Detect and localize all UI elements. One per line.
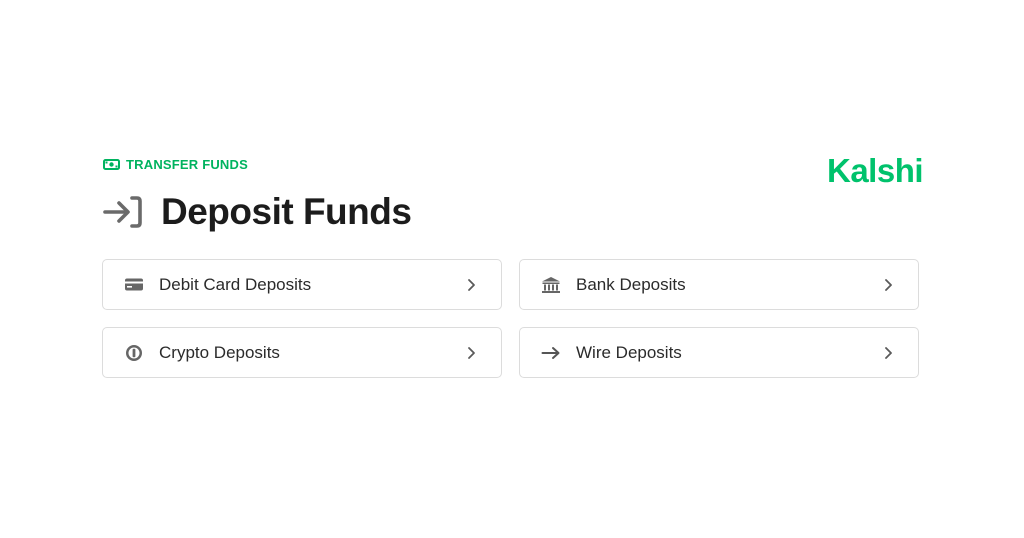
option-label: Debit Card Deposits [159,274,312,294]
chevron-right-icon [467,278,479,292]
option-label: Wire Deposits [576,342,682,362]
bank-deposits-button[interactable]: Bank Deposits [519,259,919,310]
option-label: Bank Deposits [576,274,686,294]
crypto-deposits-button[interactable]: Crypto Deposits [102,327,502,378]
debit-card-deposits-button[interactable]: Debit Card Deposits [102,259,502,310]
credit-card-icon [123,274,145,296]
page-header: Deposit Funds [103,188,412,236]
option-label: Crypto Deposits [159,342,280,362]
money-bill-icon [103,158,120,171]
arrow-right-icon [540,342,562,364]
sign-in-arrow-icon [103,195,143,229]
page-title: Deposit Funds [161,191,412,232]
deposit-funds-page: TRANSFER FUNDS Kalshi Deposit Funds Debi… [0,0,1024,538]
chevron-right-icon [884,278,896,292]
chevron-right-icon [467,346,479,360]
eyebrow-label: TRANSFER FUNDS [126,157,248,172]
kalshi-logo: Kalshi [827,152,924,189]
wire-deposits-button[interactable]: Wire Deposits [519,327,919,378]
chevron-right-icon [884,346,896,360]
section-eyebrow: TRANSFER FUNDS [103,157,248,172]
crypto-coin-icon [123,342,145,364]
bank-icon [540,274,562,296]
